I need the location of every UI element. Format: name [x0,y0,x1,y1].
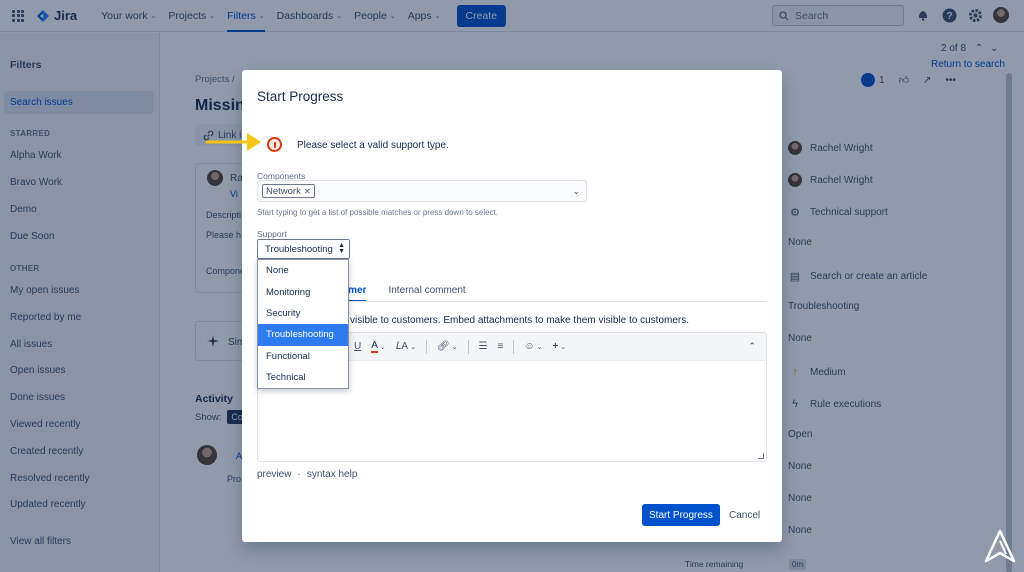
component-tag[interactable]: Network ✕ [262,184,315,198]
components-field[interactable]: Network ✕ ⌄ [257,180,587,202]
start-progress-button[interactable]: Start Progress [642,504,720,526]
numbered-list-icon[interactable]: ≡ [498,341,504,352]
support-option-troubleshooting[interactable]: Troubleshooting [258,324,348,346]
collapse-toolbar-icon[interactable]: ⌃ [748,341,756,352]
tab-internal-comment[interactable]: Internal comment [388,285,465,302]
syntax-help-link[interactable]: syntax help [307,469,358,480]
preview-link[interactable]: preview [257,469,291,480]
support-option-none[interactable]: None [258,260,348,281]
support-option-technical[interactable]: Technical [258,367,348,388]
select-arrows-icon: ▲ ▼ [338,242,345,255]
link-separator: · [297,469,301,480]
components-hint: Start typing to get a list of possible m… [257,208,499,217]
support-selected-value: Troubleshooting [265,243,333,255]
underline-icon[interactable]: U [354,341,361,352]
error-message: Please select a valid support type. [297,140,449,151]
visibility-note: visible to customers. Embed attachments … [350,315,690,326]
support-option-security[interactable]: Security [258,303,348,324]
watermark-logo-icon [984,529,1016,563]
link-icon[interactable]: 🔗︎ ⌄ [437,341,458,352]
start-progress-dialog: Start Progress Please select a valid sup… [242,70,782,542]
emoji-icon[interactable]: ☺ ⌄ [524,341,542,352]
resize-handle-icon[interactable] [758,453,764,459]
dialog-title: Start Progress [257,89,344,104]
chevron-down-icon[interactable]: ⌄ [572,186,580,197]
support-options-list: None Monitoring Security Troubleshooting Fun… [257,259,349,389]
editor-links: preview · syntax help [257,469,357,480]
annotation-arrow-icon [205,133,261,151]
support-field-label: Support [257,229,287,239]
bullet-list-icon[interactable]: ☰ [479,341,488,352]
cancel-button[interactable]: Cancel [724,504,765,526]
error-icon [267,137,282,152]
text-color-icon[interactable]: A ⌄ [371,340,386,353]
insert-plus-icon[interactable]: + ⌄ [552,341,566,352]
support-select[interactable]: Troubleshooting ▲ ▼ [257,239,350,259]
component-tag-label: Network [266,185,301,197]
comment-tabs: omer Internal comment [342,285,466,302]
remove-tag-icon[interactable]: ✕ [304,187,311,196]
support-option-monitoring[interactable]: Monitoring [258,281,348,302]
support-option-functional[interactable]: Functional [258,346,348,367]
text-format-icon[interactable]: 𝐿A ⌄ [396,341,416,352]
